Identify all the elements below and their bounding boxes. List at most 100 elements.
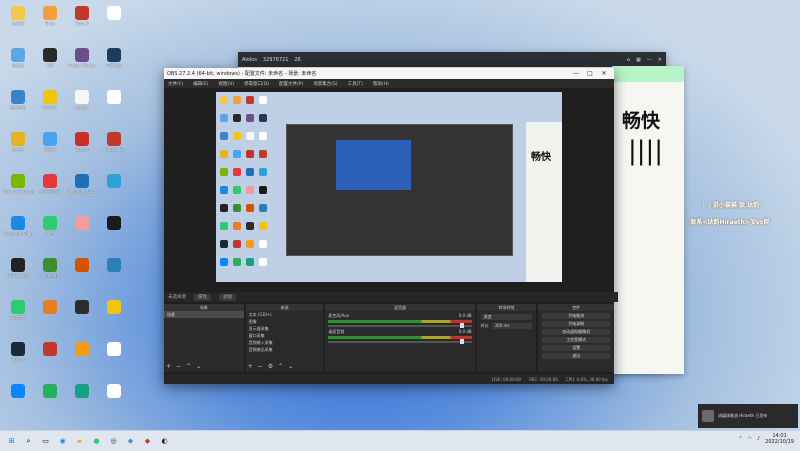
- desktop-icon[interactable]: [34, 300, 66, 315]
- desktop-icon[interactable]: Ekko: [34, 6, 66, 26]
- start-icon[interactable]: ⊞: [6, 436, 17, 447]
- source-item[interactable]: 文本 (GDI+): [246, 311, 324, 318]
- source-item[interactable]: 窗口采集: [246, 332, 324, 339]
- obs-taskbar-icon[interactable]: ◐: [159, 436, 170, 447]
- chevron-up-icon[interactable]: ⌃: [738, 436, 742, 442]
- source-item[interactable]: 显示器采集: [246, 325, 324, 332]
- desktop-icon[interactable]: GeForce Experience: [2, 174, 34, 194]
- source-item[interactable]: 音频输出采集: [246, 346, 324, 353]
- obs-title-bar[interactable]: OBS 27.2.4 (64-bit, windows) - 配置文件: 未命名…: [164, 68, 614, 79]
- minimize-icon[interactable]: —: [569, 70, 583, 77]
- desktop-icon[interactable]: Project Winter: [66, 48, 98, 68]
- desktop-icon[interactable]: Dota 2: [66, 6, 98, 26]
- down-icon[interactable]: ⌄: [288, 363, 293, 370]
- desktop-icon[interactable]: [66, 342, 98, 357]
- desktop-icon[interactable]: [98, 174, 130, 189]
- app-icon[interactable]: ◆: [125, 436, 136, 447]
- desktop-icon[interactable]: 此电脑: [2, 6, 34, 26]
- source-item[interactable]: 图像: [246, 318, 324, 325]
- desktop-icon[interactable]: [2, 384, 34, 399]
- desktop-icon[interactable]: [98, 342, 130, 357]
- obs-preview[interactable]: 畅快: [216, 92, 562, 282]
- add-icon[interactable]: +: [248, 363, 253, 370]
- desktop-icon[interactable]: 微信: [34, 216, 66, 236]
- settings-button[interactable]: 设置: [542, 345, 611, 351]
- desktop-icon[interactable]: Steam: [66, 132, 98, 152]
- menu-item[interactable]: 工具(T): [348, 81, 363, 87]
- desktop-icon[interactable]: 英雄联盟: [98, 48, 130, 68]
- up-icon[interactable]: ⌃: [186, 363, 191, 370]
- desktop-icon[interactable]: Steam: [2, 342, 34, 362]
- desktop-icon[interactable]: 控制面板: [2, 90, 34, 110]
- maximize-icon[interactable]: □: [583, 70, 597, 77]
- desktop-icon[interactable]: Wallpaper Engine: [66, 174, 98, 194]
- grid-icon[interactable]: ▦: [636, 57, 641, 63]
- home-icon[interactable]: ⌂: [627, 57, 630, 63]
- volume-icon[interactable]: ♪: [757, 436, 760, 442]
- aiolos-title-bar[interactable]: Aiolos 32976721 26 ⌂ ▦ — ✕: [238, 52, 666, 67]
- gear-icon[interactable]: ⚙: [268, 363, 273, 370]
- menu-item[interactable]: 帮助(H): [373, 81, 389, 87]
- task-view-icon[interactable]: ▭: [40, 436, 51, 447]
- desktop-icon[interactable]: Among Us: [98, 132, 130, 152]
- desktop-icon[interactable]: 文件夹: [2, 132, 34, 152]
- wifi-icon[interactable]: ◠: [748, 436, 752, 442]
- desktop-icon[interactable]: Steam: [66, 90, 98, 110]
- menu-item[interactable]: 停靠窗口(D): [244, 81, 269, 87]
- transition-select[interactable]: 渐变: [480, 314, 533, 320]
- volume-slider[interactable]: [328, 339, 472, 344]
- menu-item[interactable]: 视图(V): [218, 81, 234, 87]
- edge-icon[interactable]: ◉: [57, 436, 68, 447]
- volume-slider[interactable]: [328, 323, 472, 328]
- clock[interactable]: 14:01 2022/10/19: [765, 433, 794, 445]
- file-explorer-icon[interactable]: ▰: [74, 436, 85, 447]
- desktop-icon[interactable]: 网易云: [34, 132, 66, 152]
- properties-button[interactable]: 属性: [194, 293, 211, 301]
- studio-mode-button[interactable]: 工作室模式: [542, 337, 611, 343]
- source-item[interactable]: 音频输入采集: [246, 339, 324, 346]
- desktop-icon[interactable]: [98, 6, 130, 21]
- remove-icon[interactable]: −: [176, 363, 181, 370]
- add-icon[interactable]: +: [166, 363, 171, 370]
- minimize-icon[interactable]: —: [647, 57, 652, 63]
- search-icon[interactable]: ⌕: [23, 436, 34, 447]
- desktop-icon[interactable]: [66, 384, 98, 399]
- menu-item[interactable]: 配置文件(P): [279, 81, 303, 87]
- desktop-icon[interactable]: Minecraft: [34, 258, 66, 278]
- desktop-icon[interactable]: [98, 90, 130, 105]
- app-icon[interactable]: ◆: [142, 436, 153, 447]
- desktop-icon[interactable]: [98, 216, 130, 231]
- slider-knob[interactable]: [459, 323, 464, 328]
- start-recording-button[interactable]: 开始录制: [542, 321, 611, 327]
- menu-item[interactable]: 文件(F): [168, 81, 183, 87]
- up-icon[interactable]: ⌃: [278, 363, 283, 370]
- virtual-camera-button[interactable]: 启动虚拟摄像机: [542, 329, 611, 335]
- desktop-icon[interactable]: [34, 342, 66, 357]
- steam-icon[interactable]: ◎: [108, 436, 119, 447]
- desktop-icon[interactable]: QQ音乐: [34, 90, 66, 110]
- wechat-icon[interactable]: ●: [91, 436, 102, 447]
- menu-item[interactable]: 场景集合(S): [313, 81, 337, 87]
- menu-item[interactable]: 编辑(E): [193, 81, 208, 87]
- desktop-icon[interactable]: Microsoft Edge: [2, 216, 34, 236]
- desktop-icon[interactable]: [98, 384, 130, 399]
- desktop-icon[interactable]: 网易云音乐: [34, 174, 66, 194]
- desktop-icon[interactable]: 回收站: [2, 48, 34, 68]
- obs-window[interactable]: OBS 27.2.4 (64-bit, windows) - 配置文件: 未命名…: [164, 68, 618, 384]
- start-streaming-button[interactable]: 开始推流: [542, 313, 611, 319]
- duration-input[interactable]: 300 ms: [491, 323, 533, 329]
- close-icon[interactable]: ✕: [597, 70, 611, 77]
- close-icon[interactable]: ✕: [658, 57, 662, 63]
- desktop-icon[interactable]: QQ: [34, 48, 66, 68]
- exit-button[interactable]: 退出: [542, 353, 611, 359]
- filters-button[interactable]: 滤镜: [219, 293, 236, 301]
- notification-toast[interactable]: 流媒体推流 Hiraeth 已发布: [698, 404, 798, 428]
- scene-item[interactable]: 场景: [164, 311, 244, 318]
- desktop-icon[interactable]: [66, 258, 98, 273]
- desktop-icon[interactable]: [34, 384, 66, 399]
- slider-knob[interactable]: [459, 339, 464, 344]
- desktop-icon[interactable]: QQ游戏: [2, 300, 34, 320]
- desktop-icon[interactable]: [66, 216, 98, 231]
- down-icon[interactable]: ⌄: [196, 363, 201, 370]
- desktop-icon[interactable]: [98, 258, 130, 273]
